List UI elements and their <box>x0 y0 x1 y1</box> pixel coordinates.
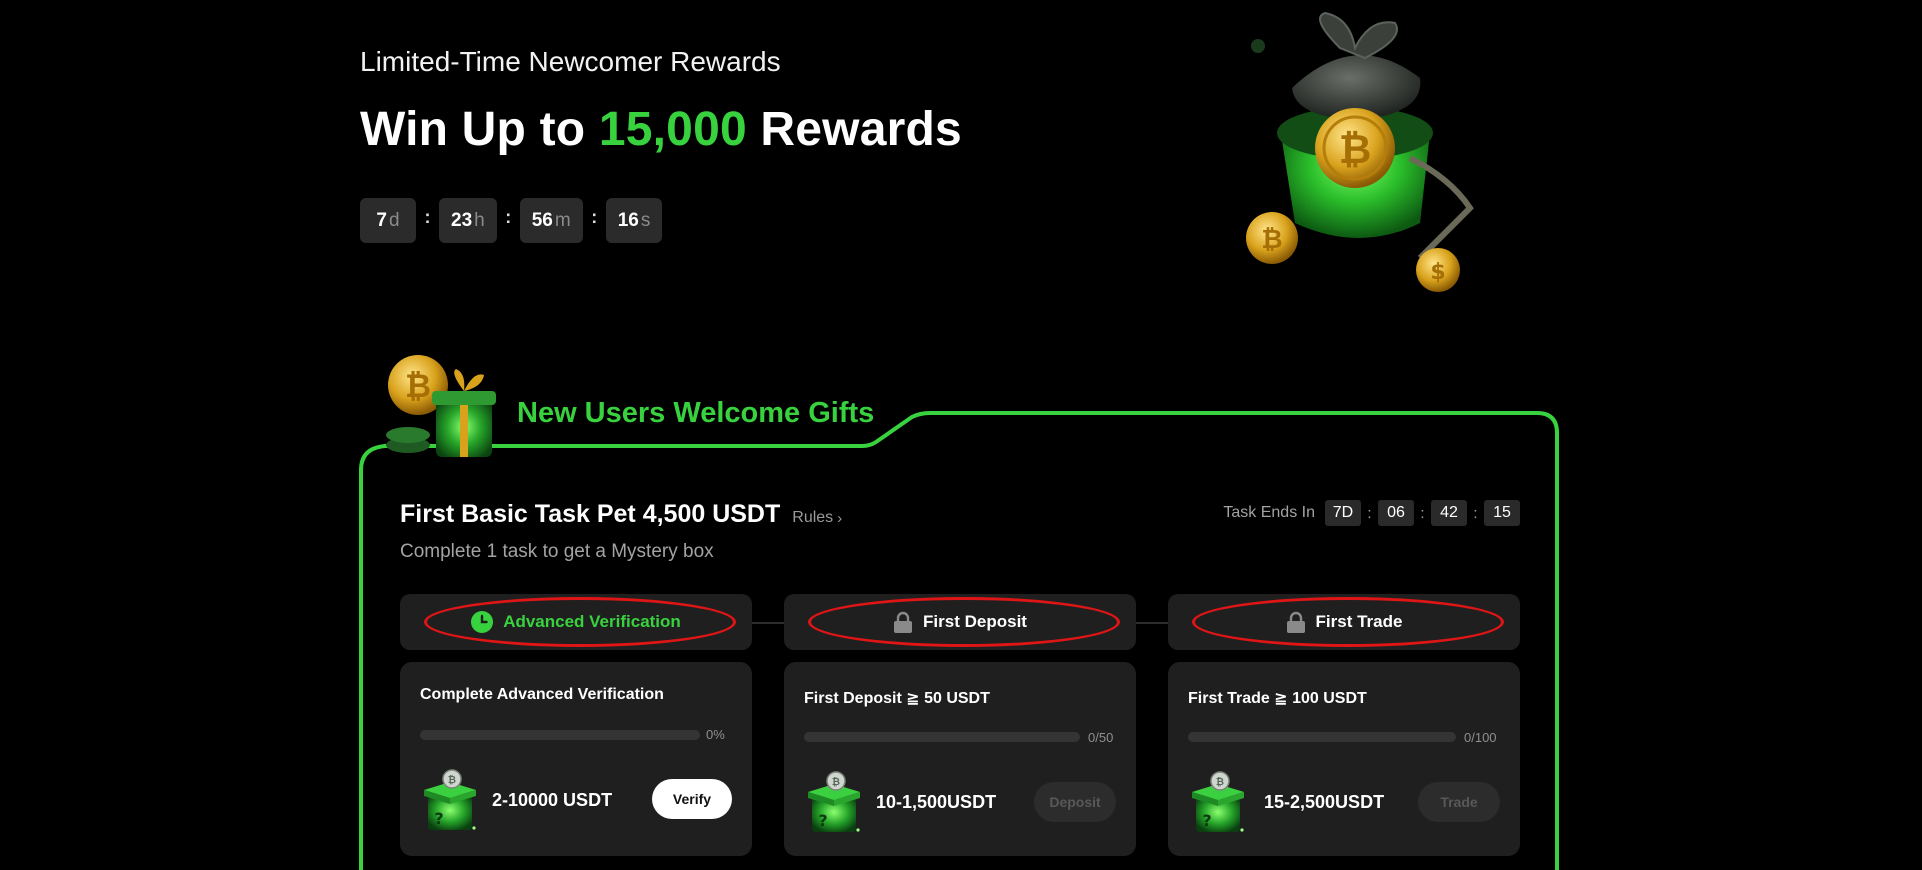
countdown-minutes: 56 m <box>519 198 583 243</box>
progress-bar <box>1188 732 1456 742</box>
task-title: First Basic Task Pet 4,500 USDT Rules › <box>400 500 842 529</box>
hero-countdown: 7d : 23 h : 56 m : 16 s <box>360 198 663 243</box>
bitcoin-gift-box-illustration: ₿ ₿ $ <box>1246 11 1474 292</box>
hero-title: Win Up to 15,000 Rewards <box>360 102 962 157</box>
progress-text: 0/50 <box>1088 730 1114 745</box>
highlight-oval <box>424 597 736 647</box>
progress-bar <box>420 730 700 740</box>
hero-title-highlight: 15,000 <box>598 103 747 156</box>
step-first-trade[interactable]: First Trade <box>1168 594 1520 650</box>
reward-amount: 2-10000 USDT <box>492 790 613 810</box>
reward-amount: 15-2,500USDT <box>1264 792 1385 812</box>
hero-subtitle: Limited-Time Newcomer Rewards <box>360 46 781 77</box>
deposit-button[interactable]: Deposit <box>1034 782 1116 822</box>
task-card-trade: First Trade ≧ 100 USDT 0/100 15-2,500USD… <box>1168 662 1520 856</box>
step-advanced-verification[interactable]: Advanced Verification <box>400 594 752 650</box>
countdown-separator: : <box>591 207 598 227</box>
hero-title-suffix: Rewards <box>760 103 962 156</box>
mystery-box-icon <box>807 771 861 833</box>
task-card-verification: Complete Advanced Verification 0% 2-1000… <box>400 662 752 856</box>
step-first-deposit[interactable]: First Deposit <box>784 594 1136 650</box>
hero-title-prefix: Win Up to <box>360 103 586 156</box>
trade-button[interactable]: Trade <box>1418 782 1500 822</box>
card-title: Complete Advanced Verification <box>420 686 664 703</box>
highlight-oval <box>808 597 1120 647</box>
countdown-separator: : <box>1420 504 1425 522</box>
task-ends-label: Task Ends In <box>1223 504 1315 521</box>
countdown-seconds: 16 s <box>605 198 663 243</box>
svg-text:₿: ₿ <box>1339 127 1372 173</box>
coins-gift-illustration: ₿ <box>386 355 496 457</box>
card-title: First Deposit ≧ 50 USDT <box>804 690 990 707</box>
progress-bar <box>804 732 1080 742</box>
task-card-deposit: First Deposit ≧ 50 USDT 0/50 10-1,500USD… <box>784 662 1136 856</box>
progress-text: 0/100 <box>1464 730 1497 745</box>
task-ends-hours: 06 <box>1378 500 1414 526</box>
countdown-separator: : <box>1473 504 1478 522</box>
mystery-box-icon <box>1191 771 1245 833</box>
task-title-text: First Basic Task Pet 4,500 USDT <box>400 500 781 528</box>
svg-text:₿: ₿ <box>405 367 431 405</box>
rules-link[interactable]: Rules › <box>792 509 842 527</box>
task-ends-seconds: 15 <box>1484 500 1520 526</box>
countdown-separator: : <box>1367 504 1372 522</box>
progress-text: 0% <box>706 727 725 742</box>
countdown-separator: : <box>505 207 512 227</box>
countdown-days: 7d <box>360 198 416 243</box>
countdown-separator: : <box>424 207 431 227</box>
chevron-right-icon: › <box>837 509 843 527</box>
task-ends-days: 7D <box>1325 500 1361 526</box>
step-connector <box>1136 622 1168 624</box>
step-connector <box>752 622 784 624</box>
welcome-gifts-title: New Users Welcome Gifts <box>517 397 875 429</box>
card-title: First Trade ≧ 100 USDT <box>1188 690 1367 707</box>
svg-text:$: $ <box>1430 260 1445 285</box>
task-end-countdown: Task Ends In 7D : 06 : 42 : 15 <box>1223 500 1520 526</box>
svg-text:₿: ₿ <box>1261 225 1282 255</box>
highlight-oval <box>1192 597 1504 647</box>
countdown-hours: 23 h <box>439 198 497 243</box>
verify-button[interactable]: Verify <box>652 779 732 819</box>
mystery-box-icon <box>423 769 477 831</box>
task-ends-minutes: 42 <box>1431 500 1467 526</box>
task-description: Complete 1 task to get a Mystery box <box>400 541 714 562</box>
reward-amount: 10-1,500USDT <box>876 792 997 812</box>
